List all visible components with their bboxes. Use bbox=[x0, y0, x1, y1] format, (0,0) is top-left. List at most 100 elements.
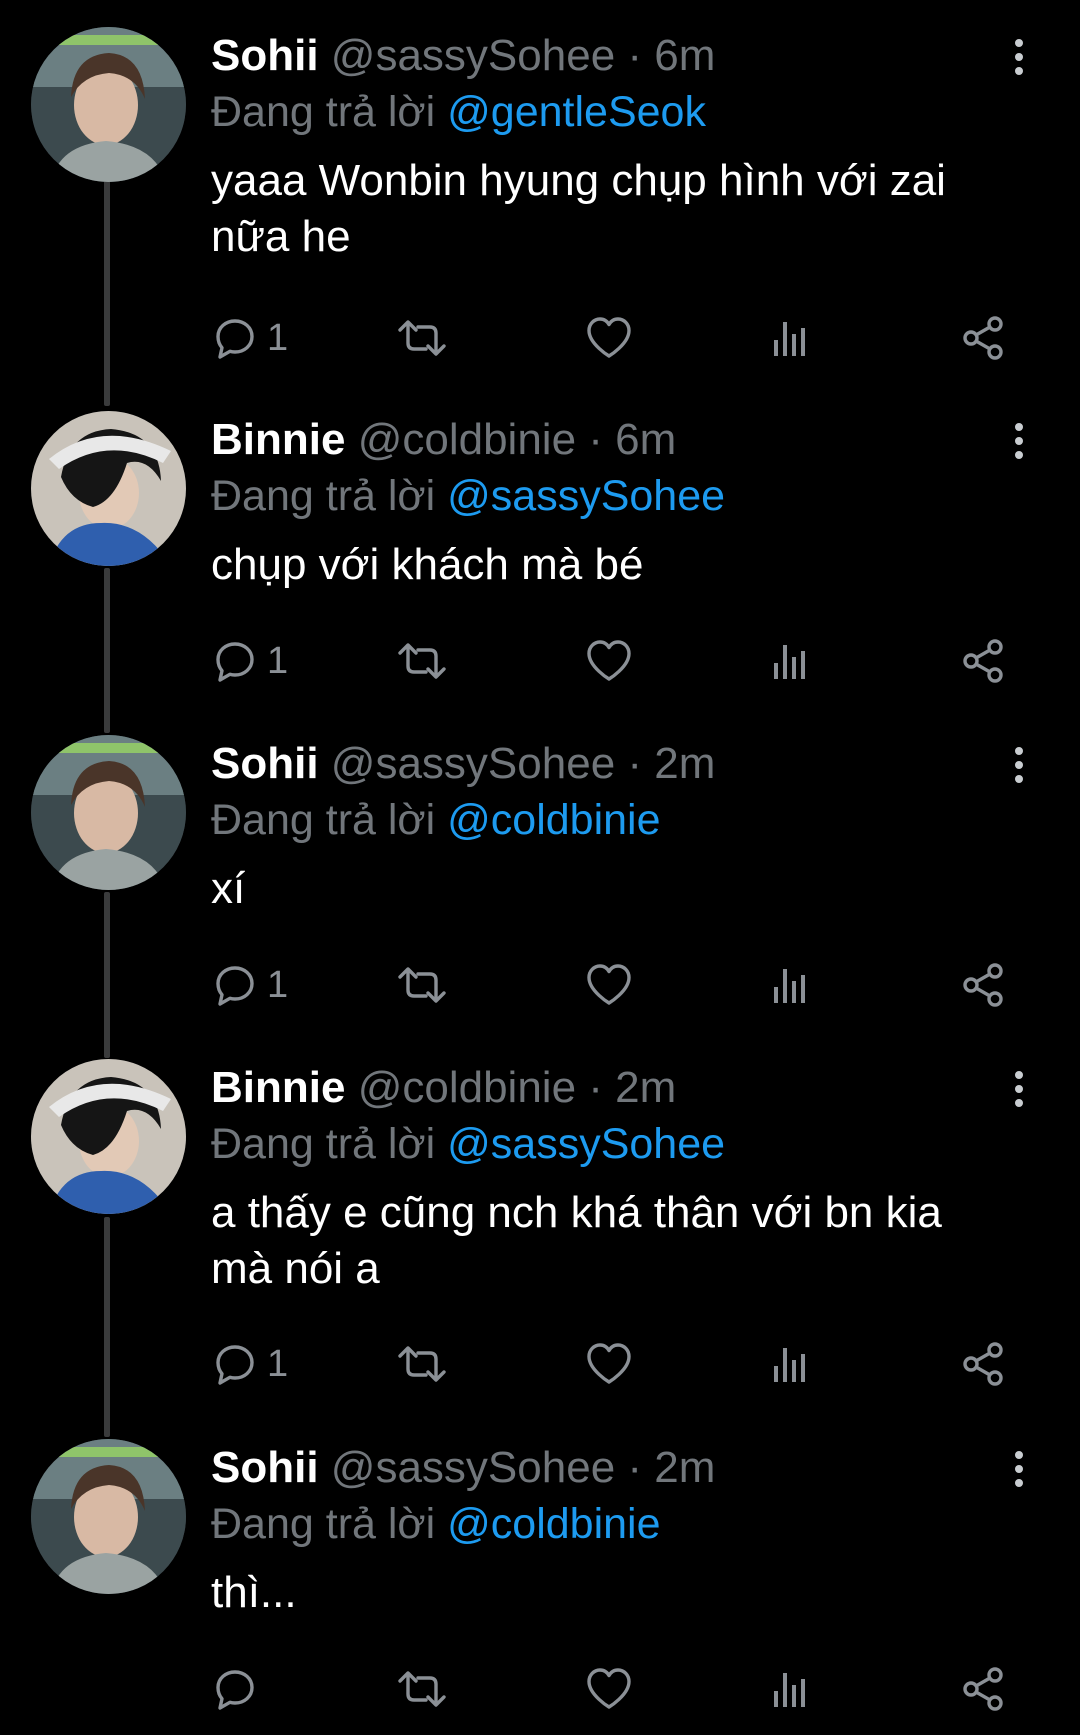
timestamp[interactable]: 2m bbox=[654, 1443, 715, 1492]
mention-link[interactable]: @sassySohee bbox=[447, 472, 725, 520]
replying-to-label: Đang trả lời bbox=[211, 1120, 436, 1168]
avatar[interactable] bbox=[31, 1059, 186, 1214]
share-button[interactable] bbox=[959, 1664, 1007, 1714]
display-name[interactable]: Binnie bbox=[211, 1063, 345, 1112]
display-name[interactable]: Sohii bbox=[211, 739, 319, 788]
reply-icon bbox=[216, 966, 254, 1006]
more-options-icon[interactable] bbox=[1003, 1449, 1033, 1489]
reply-icon bbox=[216, 319, 254, 359]
share-button[interactable] bbox=[959, 636, 1007, 686]
tweet-actions: 1 bbox=[211, 1339, 1011, 1389]
more-options-icon[interactable] bbox=[1003, 37, 1033, 77]
like-icon bbox=[587, 964, 631, 1005]
like-button[interactable] bbox=[584, 1664, 634, 1714]
username[interactable]: @coldbinie bbox=[358, 1063, 576, 1112]
retweet-button[interactable] bbox=[395, 960, 449, 1010]
like-button[interactable] bbox=[584, 960, 634, 1010]
retweet-icon bbox=[398, 1671, 446, 1707]
mention-link[interactable]: @gentleSeok bbox=[447, 88, 706, 136]
mention-link[interactable]: @coldbinie bbox=[447, 1500, 660, 1548]
profile-photo bbox=[31, 1439, 186, 1594]
views-button[interactable] bbox=[772, 960, 812, 1010]
views-icon bbox=[774, 969, 805, 1003]
tweet-text: a thấy e cũng nch khá thân với bn kia mà… bbox=[211, 1188, 942, 1293]
reply-button[interactable]: 1 bbox=[211, 636, 288, 686]
tweet-text: thì... bbox=[211, 1568, 297, 1617]
like-button[interactable] bbox=[584, 1339, 634, 1389]
avatar[interactable] bbox=[31, 1439, 186, 1594]
conversation-thread: Sohii @sassySohee · 6m Đang trả lời @gen… bbox=[0, 0, 1080, 1735]
thread-connector-line bbox=[104, 568, 110, 733]
display-name[interactable]: Binnie bbox=[211, 415, 345, 464]
share-icon bbox=[963, 1342, 1003, 1386]
profile-photo bbox=[31, 1059, 186, 1214]
views-icon bbox=[774, 1348, 805, 1382]
mention-link[interactable]: @coldbinie bbox=[447, 796, 660, 844]
display-name[interactable]: Sohii bbox=[211, 31, 319, 80]
replying-to: Đang trả lời @sassySohee bbox=[211, 1116, 1011, 1173]
username[interactable]: @coldbinie bbox=[358, 415, 576, 464]
views-button[interactable] bbox=[772, 1664, 812, 1714]
username[interactable]: @sassySohee bbox=[331, 31, 615, 80]
views-button[interactable] bbox=[772, 1339, 812, 1389]
profile-photo bbox=[31, 735, 186, 890]
avatar[interactable] bbox=[31, 27, 186, 182]
tweet-actions: 1 bbox=[211, 313, 1011, 363]
separator-dot: · bbox=[627, 31, 643, 80]
timestamp[interactable]: 2m bbox=[615, 1063, 676, 1112]
reply-icon bbox=[216, 642, 254, 682]
reply-count: 1 bbox=[267, 317, 289, 359]
replying-to-label: Đang trả lời bbox=[211, 1500, 436, 1548]
more-options-icon[interactable] bbox=[1003, 421, 1033, 461]
more-options-icon[interactable] bbox=[1003, 745, 1033, 785]
retweet-button[interactable] bbox=[395, 636, 449, 686]
share-icon bbox=[963, 1667, 1003, 1711]
profile-photo bbox=[31, 27, 186, 182]
tweet-actions: 1 bbox=[211, 636, 1011, 686]
mention-link[interactable]: @sassySohee bbox=[447, 1120, 725, 1168]
separator-dot: · bbox=[627, 1443, 643, 1492]
views-button[interactable] bbox=[772, 636, 812, 686]
display-name[interactable]: Sohii bbox=[211, 1443, 319, 1492]
retweet-icon bbox=[398, 643, 446, 679]
share-button[interactable] bbox=[959, 960, 1007, 1010]
avatar[interactable] bbox=[31, 411, 186, 566]
like-button[interactable] bbox=[584, 313, 634, 363]
share-button[interactable] bbox=[959, 313, 1007, 363]
tweet-text: yaaa Wonbin hyung chụp hình với zai nữa … bbox=[211, 156, 946, 261]
like-icon bbox=[587, 317, 631, 358]
replying-to: Đang trả lời @coldbinie bbox=[211, 1496, 1011, 1553]
username[interactable]: @sassySohee bbox=[331, 739, 615, 788]
retweet-button[interactable] bbox=[395, 1664, 449, 1714]
profile-photo bbox=[31, 411, 186, 566]
reply-count: 1 bbox=[267, 1343, 289, 1385]
retweet-button[interactable] bbox=[395, 313, 449, 363]
reply-button[interactable] bbox=[211, 1664, 267, 1714]
tweet-header: Sohii @sassySohee · 2m bbox=[211, 1439, 1011, 1496]
more-options-icon[interactable] bbox=[1003, 1069, 1033, 1109]
avatar[interactable] bbox=[31, 735, 186, 890]
timestamp[interactable]: 6m bbox=[654, 31, 715, 80]
reply-button[interactable]: 1 bbox=[211, 313, 288, 363]
separator-dot: · bbox=[627, 739, 643, 788]
like-icon bbox=[587, 640, 631, 681]
timestamp[interactable]: 2m bbox=[654, 739, 715, 788]
views-icon bbox=[774, 322, 805, 356]
like-icon bbox=[587, 1343, 631, 1384]
reply-icon bbox=[216, 1345, 254, 1385]
like-button[interactable] bbox=[584, 636, 634, 686]
reply-button[interactable]: 1 bbox=[211, 1339, 288, 1389]
username[interactable]: @sassySohee bbox=[331, 1443, 615, 1492]
reply-count: 1 bbox=[267, 640, 289, 682]
retweet-button[interactable] bbox=[395, 1339, 449, 1389]
thread-connector-line bbox=[104, 892, 110, 1058]
tweet-header: Binnie @coldbinie · 6m bbox=[211, 411, 1011, 468]
replying-to-label: Đang trả lời bbox=[211, 472, 436, 520]
views-icon bbox=[774, 1673, 805, 1707]
timestamp[interactable]: 6m bbox=[615, 415, 676, 464]
retweet-icon bbox=[398, 1346, 446, 1382]
reply-button[interactable]: 1 bbox=[211, 960, 288, 1010]
views-button[interactable] bbox=[772, 313, 812, 363]
share-button[interactable] bbox=[959, 1339, 1007, 1389]
retweet-icon bbox=[398, 967, 446, 1003]
